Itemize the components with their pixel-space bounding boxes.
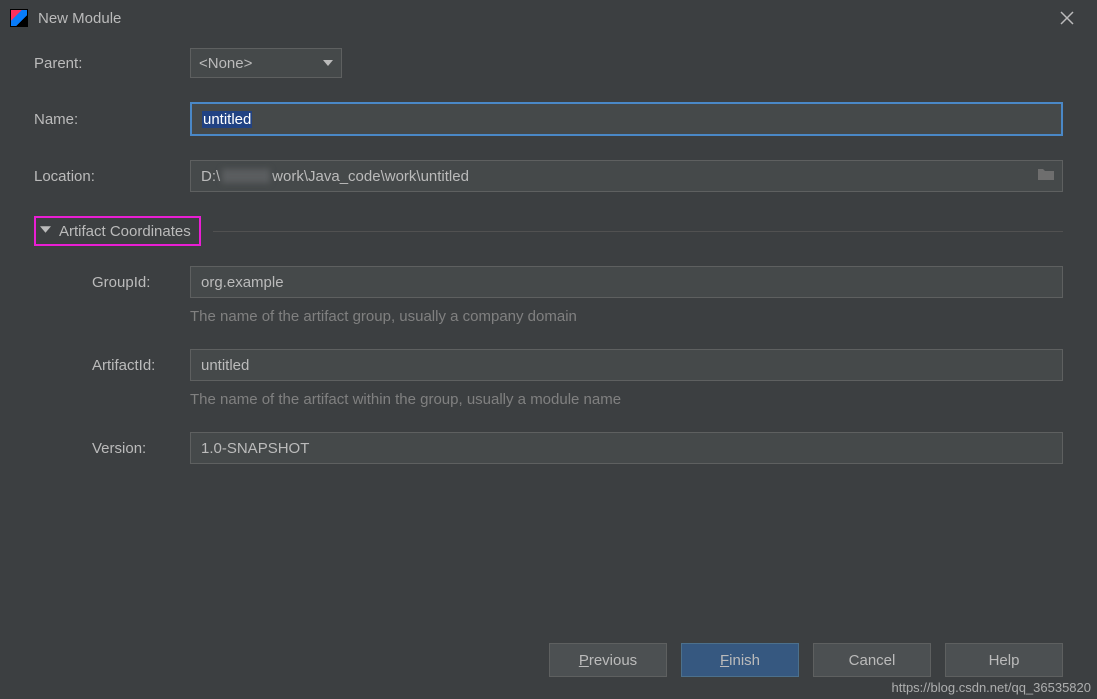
- watermark: https://blog.csdn.net/qq_36535820: [892, 680, 1092, 695]
- artifact-section-header: Artifact Coordinates: [34, 216, 1063, 246]
- parent-value: <None>: [199, 55, 252, 72]
- artifactid-label: ArtifactId:: [92, 357, 190, 374]
- name-selected-text: untitled: [202, 111, 252, 128]
- parent-label: Parent:: [34, 55, 190, 72]
- artifact-section-toggle[interactable]: Artifact Coordinates: [34, 216, 201, 246]
- location-prefix: D:\: [201, 168, 220, 185]
- location-label: Location:: [34, 168, 190, 185]
- help-label: Help: [989, 652, 1020, 669]
- version-input[interactable]: [190, 432, 1063, 464]
- button-bar: Previous Finish Cancel Help: [549, 643, 1063, 677]
- name-input-wrapper: untitled: [190, 102, 1063, 136]
- section-divider: [213, 231, 1063, 232]
- version-row: Version:: [34, 432, 1063, 464]
- version-label: Version:: [92, 440, 190, 457]
- groupid-hint-row: The name of the artifact group, usually …: [34, 308, 1063, 325]
- previous-button[interactable]: Previous: [549, 643, 667, 677]
- parent-dropdown[interactable]: <None>: [190, 48, 342, 78]
- close-button[interactable]: [1047, 3, 1087, 33]
- groupid-row: GroupId:: [34, 266, 1063, 298]
- parent-row: Parent: <None>: [34, 48, 1063, 78]
- help-button[interactable]: Help: [945, 643, 1063, 677]
- artifactid-hint: The name of the artifact within the grou…: [190, 391, 621, 408]
- window-title: New Module: [38, 10, 1047, 27]
- groupid-input[interactable]: [190, 266, 1063, 298]
- artifactid-row: ArtifactId:: [34, 349, 1063, 381]
- chevron-down-icon: [40, 222, 51, 240]
- chevron-down-icon: [323, 55, 333, 72]
- artifactid-input[interactable]: [190, 349, 1063, 381]
- location-wrapper: D:\ work\Java_code\work\untitled: [190, 160, 1063, 192]
- location-redacted: [222, 169, 270, 183]
- name-input[interactable]: untitled: [190, 102, 1063, 136]
- location-suffix: work\Java_code\work\untitled: [272, 168, 469, 185]
- groupid-hint: The name of the artifact group, usually …: [190, 308, 577, 325]
- artifact-section-title: Artifact Coordinates: [59, 223, 191, 240]
- name-row: Name: untitled: [34, 102, 1063, 136]
- location-input[interactable]: D:\ work\Java_code\work\untitled: [190, 160, 1063, 192]
- location-row: Location: D:\ work\Java_code\work\untitl…: [34, 160, 1063, 192]
- cancel-label: Cancel: [849, 652, 896, 669]
- close-icon: [1060, 11, 1074, 25]
- browse-folder-icon[interactable]: [1037, 167, 1055, 186]
- name-label: Name:: [34, 111, 190, 128]
- finish-label-rest: inish: [729, 652, 760, 669]
- app-icon: [10, 9, 28, 27]
- dialog-content: Parent: <None> Name: untitled Location: …: [0, 36, 1097, 464]
- artifactid-hint-row: The name of the artifact within the grou…: [34, 391, 1063, 408]
- cancel-button[interactable]: Cancel: [813, 643, 931, 677]
- groupid-label: GroupId:: [92, 274, 190, 291]
- previous-label-rest: revious: [589, 652, 637, 669]
- titlebar: New Module: [0, 0, 1097, 36]
- finish-button[interactable]: Finish: [681, 643, 799, 677]
